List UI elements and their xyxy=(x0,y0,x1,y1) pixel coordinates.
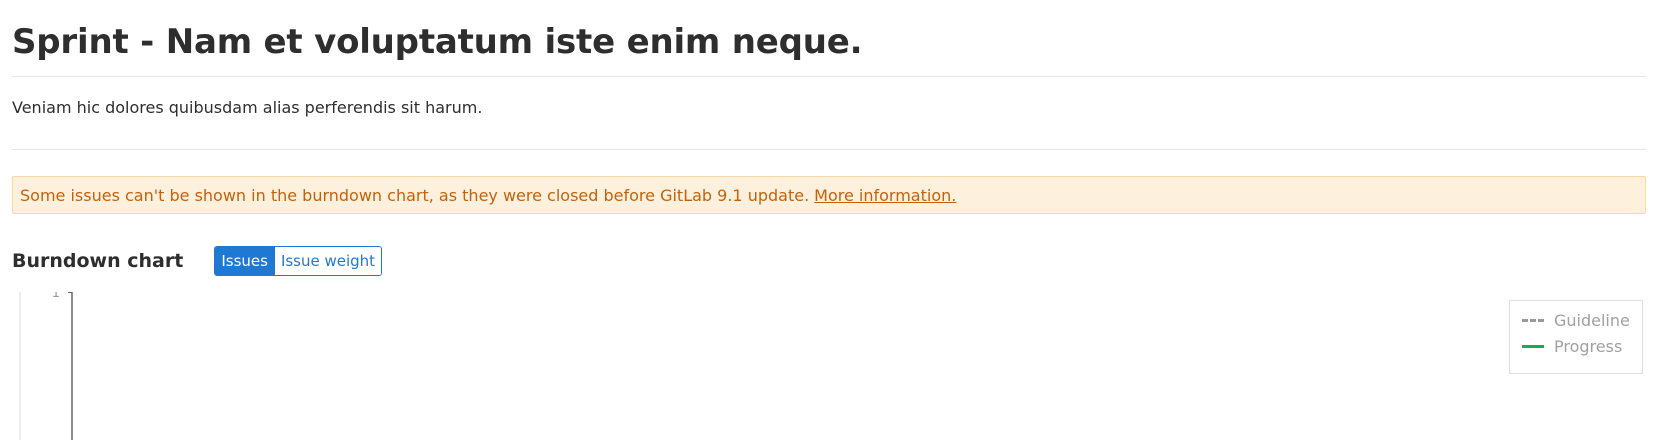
milestone-description: Veniam hic dolores quibusdam alias perfe… xyxy=(12,98,483,117)
burndown-chart-svg: 1 xyxy=(19,292,73,440)
page-title: Sprint - Nam et voluptatum iste enim neq… xyxy=(12,22,863,62)
burndown-header: Burndown chart Issues Issue weight xyxy=(12,246,383,276)
issues-toggle-button[interactable]: Issues xyxy=(215,247,274,275)
chart-legend: Guideline Progress xyxy=(1509,300,1643,374)
progress-swatch xyxy=(1522,344,1544,348)
legend-item-progress: Progress xyxy=(1522,333,1642,359)
guideline-swatch xyxy=(1522,318,1544,322)
burndown-type-toggle: Issues Issue weight xyxy=(214,246,383,276)
issue-weight-toggle-button[interactable]: Issue weight xyxy=(273,247,382,275)
warning-alert: Some issues can't be shown in the burndo… xyxy=(12,176,1646,214)
legend-item-guideline: Guideline xyxy=(1522,307,1642,333)
legend-label-progress: Progress xyxy=(1554,336,1623,356)
burndown-chart-title: Burndown chart xyxy=(12,250,184,272)
alert-message: Some issues can't be shown in the burndo… xyxy=(20,185,810,205)
description-divider xyxy=(12,149,1646,150)
milestone-page: Sprint - Nam et voluptatum iste enim neq… xyxy=(0,0,1658,440)
more-information-link[interactable]: More information. xyxy=(814,186,956,205)
burndown-chart: 1 Guideline Progress xyxy=(12,292,1646,440)
legend-label-guideline: Guideline xyxy=(1554,310,1630,330)
title-divider xyxy=(12,76,1646,77)
y-tick-label: 1 xyxy=(52,292,60,301)
